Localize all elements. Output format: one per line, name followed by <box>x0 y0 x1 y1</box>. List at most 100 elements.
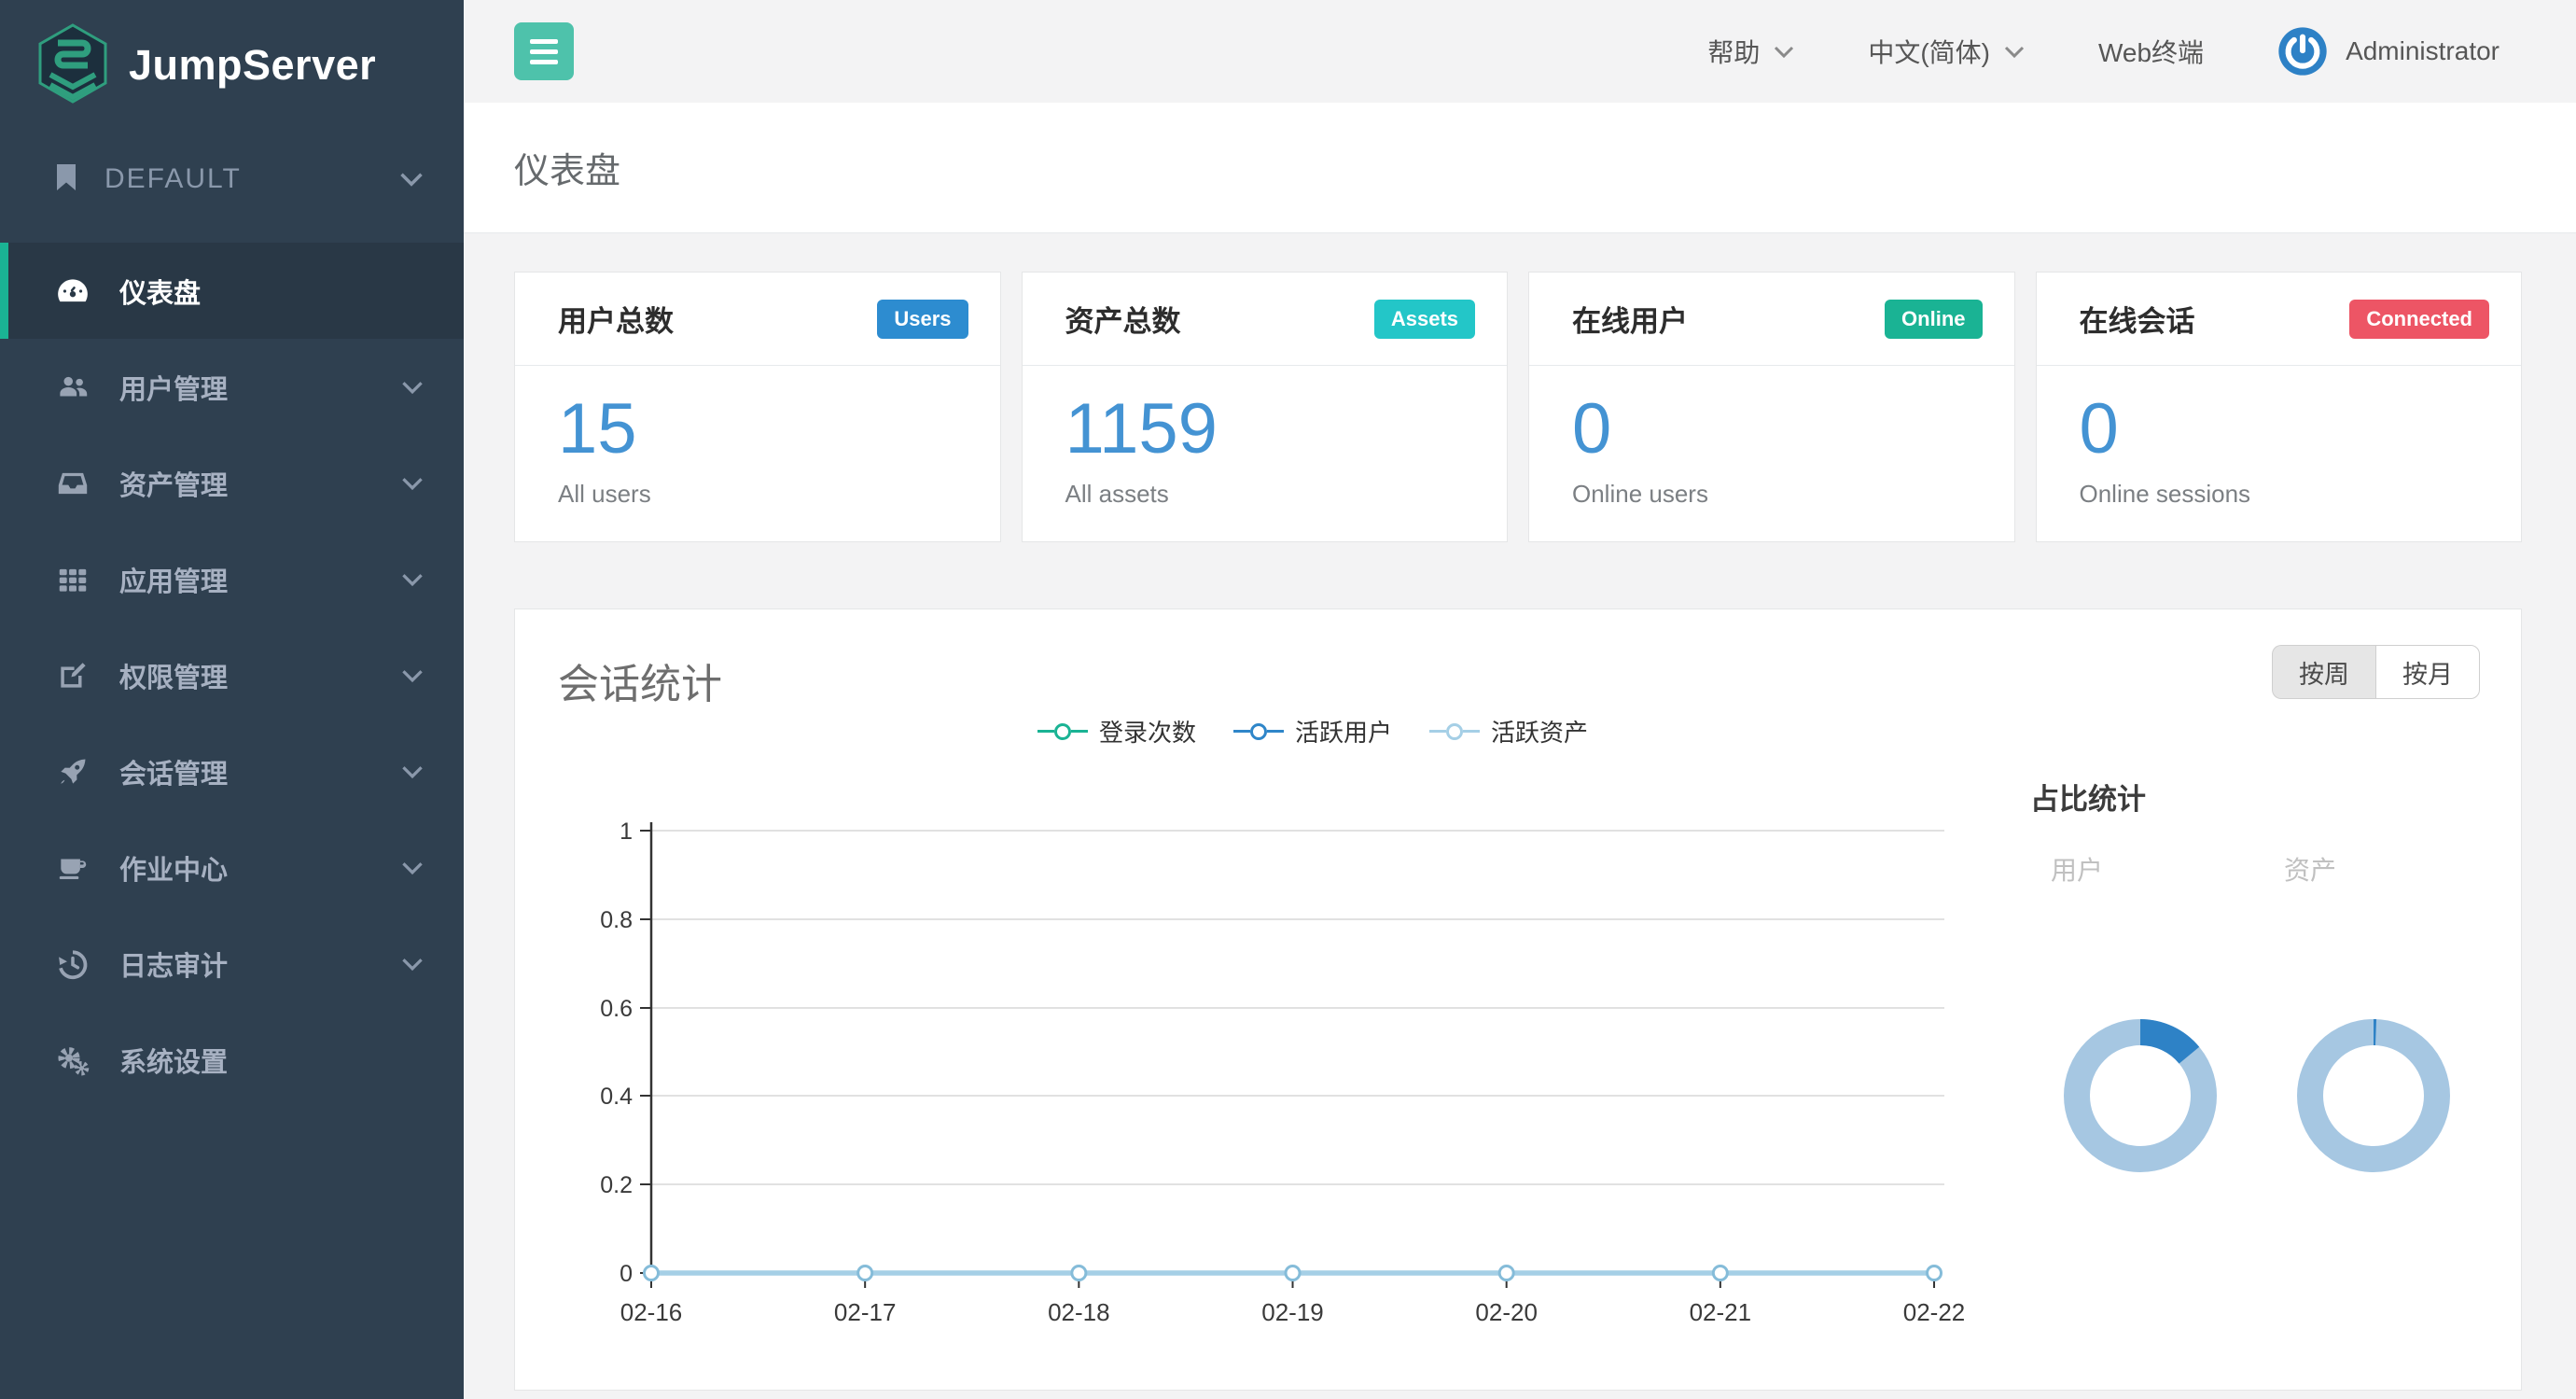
stat-value: 0 <box>1572 394 2014 465</box>
brand-name: JumpServer <box>129 41 376 90</box>
assets-donut-label: 资产 <box>2284 850 2336 888</box>
applications-icon <box>54 561 91 598</box>
main-area: 帮助 中文(简体) Web终端 Administrator <box>464 0 2576 1399</box>
chevron-down-icon <box>400 476 425 491</box>
hamburger-icon <box>530 39 558 44</box>
org-label: DEFAULT <box>104 163 242 195</box>
sidebar-item-settings[interactable]: 系统设置 <box>0 1012 464 1108</box>
stat-cards-row: 用户总数 Users 15 All users 资产总数 Assets 1159 <box>514 272 2522 542</box>
legend-item-active-assets[interactable]: 活跃资产 <box>1429 714 1588 748</box>
permissions-icon <box>54 657 91 694</box>
sessions-statistics-panel: 会话统计 登录次数 活跃用户 活跃资产 <box>514 609 2522 1391</box>
language-menu[interactable]: 中文(简体) <box>1868 33 2026 70</box>
sidebar-item-assets[interactable]: 资产管理 <box>0 435 464 531</box>
web-terminal-label: Web终端 <box>2098 33 2204 70</box>
legend-item-active-users[interactable]: 活跃用户 <box>1233 714 1392 748</box>
y-axis-labels: 1 0.8 0.6 0.4 0.2 0 <box>600 818 633 1287</box>
sidebar-item-jobs[interactable]: 作业中心 <box>0 819 464 916</box>
sidebar-item-permissions[interactable]: 权限管理 <box>0 627 464 723</box>
card-title: 用户总数 <box>558 298 674 340</box>
sidebar-item-label: 用户管理 <box>119 368 228 407</box>
sidebar: JumpServer DEFAULT 仪表盘 用户管理 <box>0 0 464 1399</box>
status-badge: Connected <box>2349 300 2489 339</box>
legend-item-logins[interactable]: 登录次数 <box>1037 714 1196 748</box>
ratio-statistics-title: 占比统计 <box>2030 776 2146 818</box>
user-avatar <box>2277 25 2329 77</box>
chevron-down-icon <box>400 668 425 683</box>
stat-card-online-users: 在线用户 Online 0 Online users <box>1528 272 2015 542</box>
y-tick-label: 0 <box>620 1261 633 1287</box>
stat-caption: All assets <box>1065 480 1508 509</box>
x-tick-label: 02-16 <box>620 1298 683 1326</box>
sidebar-item-dashboard[interactable]: 仪表盘 <box>0 243 464 339</box>
stat-value: 0 <box>2080 394 2522 465</box>
weekly-button[interactable]: 按周 <box>2272 645 2375 699</box>
content: 用户总数 Users 15 All users 资产总数 Assets 1159 <box>464 233 2576 1391</box>
sessions-icon <box>54 753 91 790</box>
chevron-down-icon <box>400 860 425 875</box>
chevron-down-icon <box>1773 45 1795 59</box>
stat-caption: All users <box>558 480 1000 509</box>
x-tick-label: 02-19 <box>1261 1298 1324 1326</box>
language-label: 中文(简体) <box>1868 33 1990 70</box>
status-badge: Users <box>877 300 968 339</box>
sessions-panel-title: 会话统计 <box>558 651 722 710</box>
chevron-down-icon <box>2003 45 2026 59</box>
sessions-line-chart: 1 0.8 0.6 0.4 0.2 0 <box>515 796 2008 1356</box>
chevron-down-icon <box>400 957 425 972</box>
help-label: 帮助 <box>1707 33 1760 70</box>
app-window: JumpServer DEFAULT 仪表盘 用户管理 <box>0 0 2576 1399</box>
chevron-down-icon <box>400 764 425 779</box>
sidebar-item-label: 资产管理 <box>119 464 228 503</box>
card-title: 在线会话 <box>2080 298 2195 340</box>
range-toggle-group: 按周 按月 <box>2272 645 2480 699</box>
stat-caption: Online users <box>1572 480 2014 509</box>
monthly-button[interactable]: 按月 <box>2375 645 2480 699</box>
users-icon <box>54 369 91 406</box>
x-axis-labels: 02-16 02-17 02-18 02-19 02-20 02-21 02-2… <box>620 1298 1966 1326</box>
sidebar-item-audits[interactable]: 日志审计 <box>0 916 464 1012</box>
y-tick-label: 0.6 <box>600 996 633 1022</box>
users-donut-chart <box>2056 1012 2224 1180</box>
jumpserver-logo-icon <box>35 22 110 109</box>
y-tick-label: 1 <box>620 818 633 845</box>
x-tick-label: 02-21 <box>1690 1298 1752 1326</box>
breadcrumb-band: 仪表盘 <box>464 103 2576 233</box>
assets-icon <box>54 465 91 502</box>
sidebar-item-label: 仪表盘 <box>119 272 201 311</box>
y-tick-label: 0.2 <box>600 1172 633 1198</box>
legend-line-marker <box>1233 723 1284 740</box>
users-donut-label: 用户 <box>2051 850 2103 888</box>
y-tick-label: 0.8 <box>600 907 633 933</box>
help-menu[interactable]: 帮助 <box>1707 33 1795 70</box>
org-switcher[interactable]: DEFAULT <box>0 151 464 207</box>
legend-line-marker <box>1037 723 1088 740</box>
sidebar-item-sessions[interactable]: 会话管理 <box>0 723 464 819</box>
sidebar-item-label: 应用管理 <box>119 560 228 599</box>
sidebar-toggle-button[interactable] <box>514 22 574 80</box>
username-label: Administrator <box>2346 36 2499 66</box>
status-badge: Online <box>1885 300 1982 339</box>
audit-history-icon <box>54 945 91 983</box>
stat-caption: Online sessions <box>2080 480 2522 509</box>
web-terminal-link[interactable]: Web终端 <box>2098 33 2204 70</box>
chevron-down-icon <box>398 171 425 188</box>
user-menu[interactable]: Administrator <box>2277 25 2516 77</box>
topbar: 帮助 中文(简体) Web终端 Administrator <box>464 0 2576 103</box>
settings-gears-icon <box>54 1042 91 1079</box>
x-tick-label: 02-18 <box>1048 1298 1110 1326</box>
chevron-down-icon <box>400 380 425 395</box>
x-tick-label: 02-22 <box>1903 1298 1966 1326</box>
page-title: 仪表盘 <box>514 142 620 193</box>
jumpserver-brand[interactable]: JumpServer <box>0 0 464 110</box>
sidebar-item-applications[interactable]: 应用管理 <box>0 531 464 627</box>
stat-card-total-assets: 资产总数 Assets 1159 All assets <box>1022 272 1509 542</box>
sidebar-item-label: 日志审计 <box>119 944 228 984</box>
sidebar-nav: 仪表盘 用户管理 资产管理 应用管理 <box>0 243 464 1108</box>
stat-card-total-users: 用户总数 Users 15 All users <box>514 272 1001 542</box>
sidebar-item-label: 会话管理 <box>119 752 228 791</box>
legend-line-marker <box>1429 723 1480 740</box>
dashboard-icon <box>54 273 91 310</box>
sidebar-item-users[interactable]: 用户管理 <box>0 339 464 435</box>
x-tick-label: 02-20 <box>1475 1298 1538 1326</box>
